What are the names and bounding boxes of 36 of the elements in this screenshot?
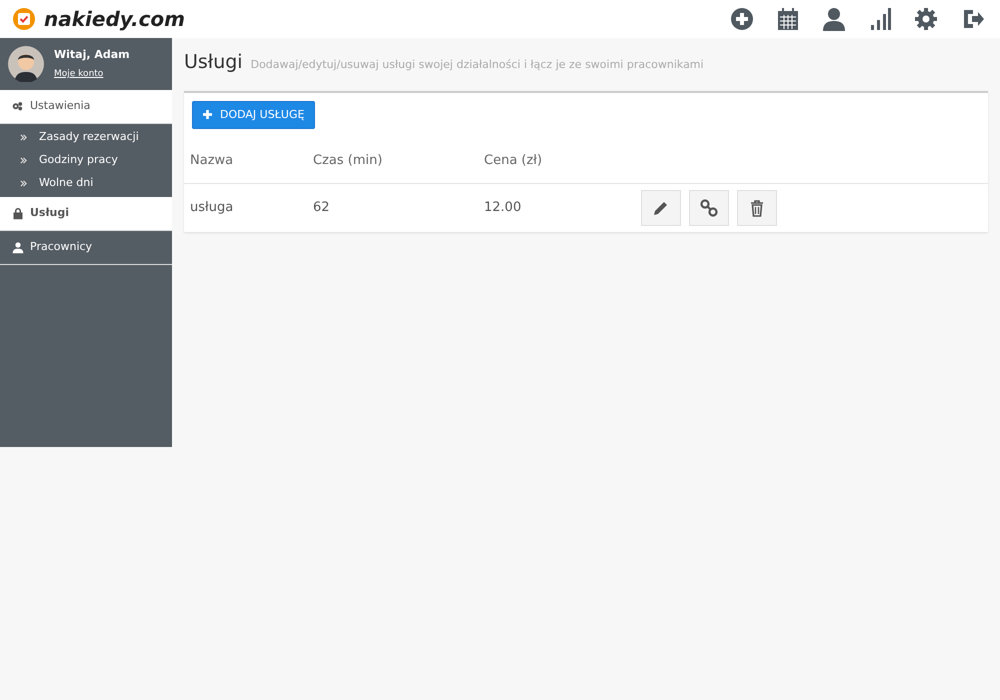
- delete-button[interactable]: [737, 190, 777, 226]
- sidebar-item[interactable]: Pracownicy: [0, 231, 172, 265]
- calendar-icon[interactable]: [776, 7, 800, 31]
- link-button[interactable]: [689, 190, 729, 226]
- chevrons-icon: [20, 134, 27, 141]
- user-icon[interactable]: [822, 7, 846, 31]
- plus-icon: [203, 110, 212, 120]
- sidebar-item[interactable]: Usługi: [0, 197, 172, 231]
- column-header: Nazwa: [184, 137, 307, 183]
- avatar-icon: [8, 46, 44, 82]
- logo-icon: [12, 7, 36, 31]
- column-header: Czas (min): [307, 137, 478, 183]
- brand-name[interactable]: nakiedy.com: [44, 4, 186, 34]
- gears-icon: [12, 100, 24, 112]
- user-icon: [12, 242, 24, 254]
- link-icon: [699, 198, 719, 218]
- signal-bars-icon[interactable]: [868, 7, 892, 31]
- chevrons-icon: [20, 157, 27, 164]
- page-subtitle: Dodawaj/edytuj/usuwaj usługi swojej działalności i łącz je ze swoimi pracownikami: [250, 57, 704, 73]
- bag-icon: [12, 208, 24, 220]
- settings-icon[interactable]: [914, 7, 938, 31]
- table-cell: 12.00: [478, 183, 635, 232]
- account-link[interactable]: Moje konto: [54, 69, 104, 79]
- page-title: Usługi: [184, 50, 243, 75]
- edit-button[interactable]: [641, 190, 681, 226]
- greeting-text: Witaj, Adam: [54, 46, 130, 62]
- chevrons-icon: [20, 180, 27, 187]
- table-cell: 62: [307, 183, 478, 232]
- sidebar-subitem[interactable]: Wolne dni: [0, 172, 172, 195]
- add-icon[interactable]: [730, 7, 754, 31]
- sidebar-subitem[interactable]: Zasady rezerwacji: [0, 126, 172, 149]
- add-service-button[interactable]: DODAJ USŁUGĘ: [192, 100, 316, 129]
- sidebar-item[interactable]: Ustawienia: [0, 90, 172, 124]
- column-header: Cena (zł): [478, 137, 635, 183]
- sidebar-subitem[interactable]: Godziny pracy: [0, 149, 172, 172]
- table-cell: usługa: [184, 183, 307, 232]
